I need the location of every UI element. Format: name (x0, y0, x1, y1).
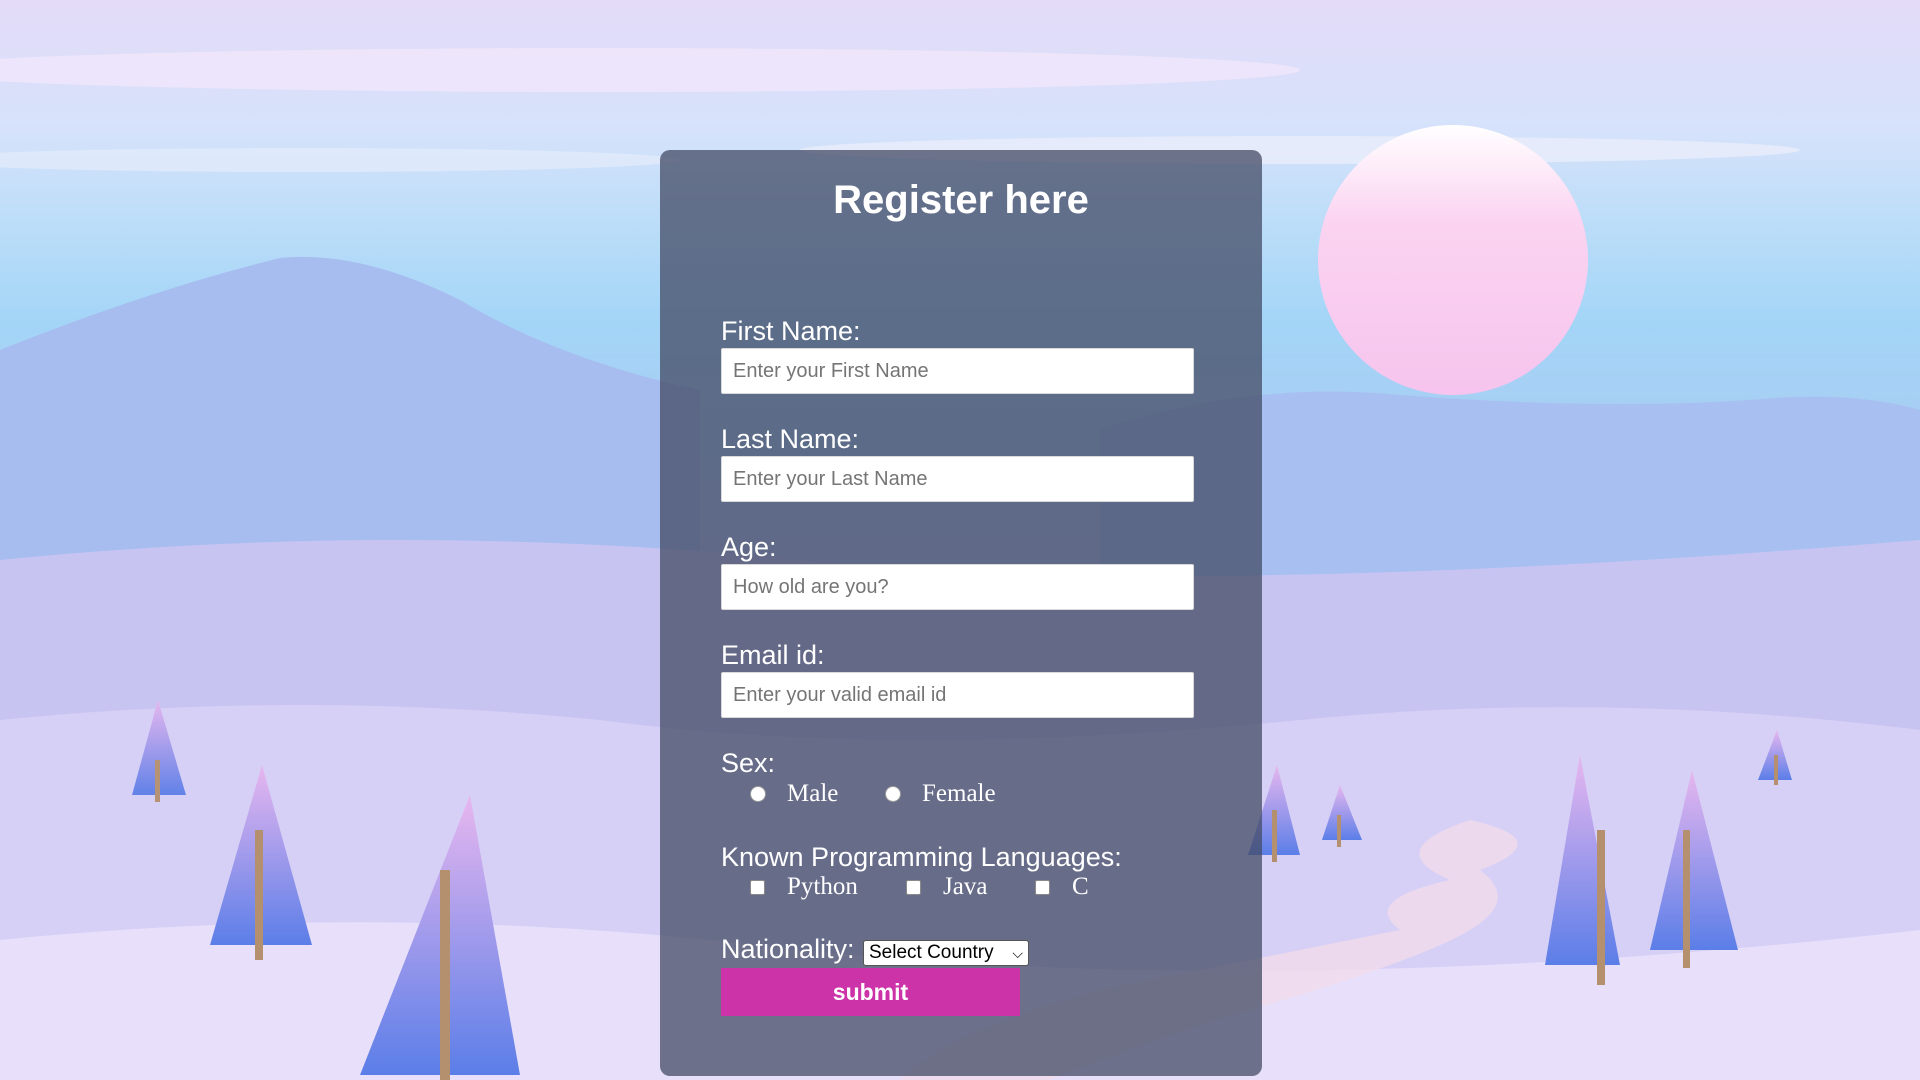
email-label: Email id: (721, 640, 825, 670)
male-radio-label: Male (787, 780, 839, 807)
male-radio[interactable] (750, 786, 766, 802)
submit-button[interactable]: submit (721, 968, 1020, 1016)
last-name-input[interactable] (721, 456, 1194, 502)
languages-label: Known Programming Languages: (721, 842, 1122, 872)
first-name-label: First Name: (721, 316, 861, 346)
nationality-selected-value: Select Country (869, 942, 994, 963)
page-title: Register here (833, 178, 1089, 222)
python-checkbox[interactable] (750, 880, 765, 895)
chevron-down-icon: ⌵ (1012, 945, 1023, 961)
register-card: Register here First Name: Last Name: Age… (660, 150, 1262, 1076)
c-checkbox-label: C (1072, 873, 1089, 900)
last-name-label: Last Name: (721, 424, 860, 454)
nationality-label: Nationality: (721, 934, 855, 964)
age-label: Age: (721, 532, 777, 562)
moon-illustration (1318, 125, 1588, 395)
sex-label: Sex: (721, 748, 776, 778)
java-checkbox[interactable] (906, 880, 921, 895)
java-checkbox-label: Java (943, 873, 988, 900)
nationality-select[interactable]: Select Country ⌵ (863, 940, 1029, 966)
female-radio-label: Female (922, 780, 996, 807)
first-name-input[interactable] (721, 348, 1194, 394)
python-checkbox-label: Python (787, 873, 858, 900)
female-radio[interactable] (885, 786, 901, 802)
age-input[interactable] (721, 564, 1194, 610)
c-checkbox[interactable] (1035, 880, 1050, 895)
email-input[interactable] (721, 672, 1194, 718)
